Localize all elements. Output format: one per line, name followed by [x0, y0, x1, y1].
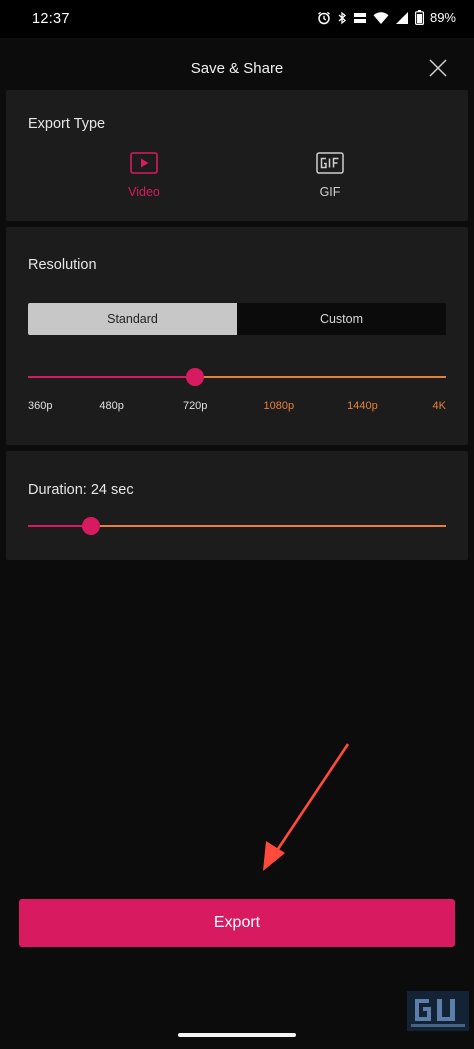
wifi-icon — [373, 11, 389, 25]
duration-label: Duration: 24 sec — [28, 482, 134, 498]
resolution-ticks: 360p 480p 720p 1080p 1440p 4K — [28, 400, 446, 416]
status-icons: 89% — [317, 10, 456, 25]
export-type-card: Export Type Video GIF — [6, 90, 468, 221]
status-bar: 12:37 89% — [0, 0, 474, 38]
resolution-standard-tab[interactable]: Standard — [28, 303, 237, 335]
duration-card: Duration: 24 sec — [6, 451, 468, 560]
resolution-slider-track — [195, 376, 446, 378]
resolution-slider-fill — [28, 376, 196, 378]
resolution-tick[interactable]: 360p — [28, 400, 52, 412]
resolution-slider-thumb[interactable] — [186, 368, 205, 386]
close-icon — [429, 59, 447, 77]
export-type-gif-label: GIF — [319, 185, 341, 199]
resolution-slider[interactable] — [28, 367, 446, 387]
export-button[interactable]: Export — [19, 899, 455, 947]
alarm-icon — [317, 11, 331, 25]
video-play-icon — [130, 152, 158, 174]
close-button[interactable] — [428, 58, 448, 78]
battery-icon — [414, 10, 424, 25]
watermark-logo — [407, 991, 469, 1031]
resolution-tick[interactable]: 720p — [183, 400, 207, 412]
gif-icon — [316, 152, 344, 174]
duration-slider-thumb[interactable] — [81, 517, 100, 535]
signal-icon — [395, 11, 409, 25]
battery-percent: 89% — [429, 10, 456, 25]
status-time: 12:37 — [32, 11, 70, 27]
title-bar: Save & Share — [0, 38, 474, 96]
resolution-tick[interactable]: 4K — [433, 400, 446, 412]
export-type-video[interactable]: Video — [104, 152, 184, 199]
resolution-label: Resolution — [28, 257, 97, 273]
resolution-card: Resolution Standard Custom 360p 480p 720… — [6, 227, 468, 445]
duration-slider[interactable] — [28, 516, 446, 536]
resolution-tick[interactable]: 1080p — [264, 400, 295, 412]
volte-icon — [353, 11, 367, 25]
page-title: Save & Share — [190, 60, 284, 77]
bluetooth-icon — [337, 11, 347, 25]
export-type-video-label: Video — [128, 185, 160, 199]
resolution-custom-tab[interactable]: Custom — [237, 303, 446, 335]
home-indicator[interactable] — [178, 1033, 296, 1037]
export-type-gif[interactable]: GIF — [290, 152, 370, 199]
resolution-tick[interactable]: 1440p — [347, 400, 378, 412]
resolution-mode-toggle: Standard Custom — [28, 303, 446, 335]
export-type-label: Export Type — [28, 116, 106, 132]
resolution-tick[interactable]: 480p — [99, 400, 123, 412]
duration-slider-track — [90, 525, 446, 527]
save-share-screen: Save & Share Export Type Video GIF Resol… — [0, 38, 474, 1049]
